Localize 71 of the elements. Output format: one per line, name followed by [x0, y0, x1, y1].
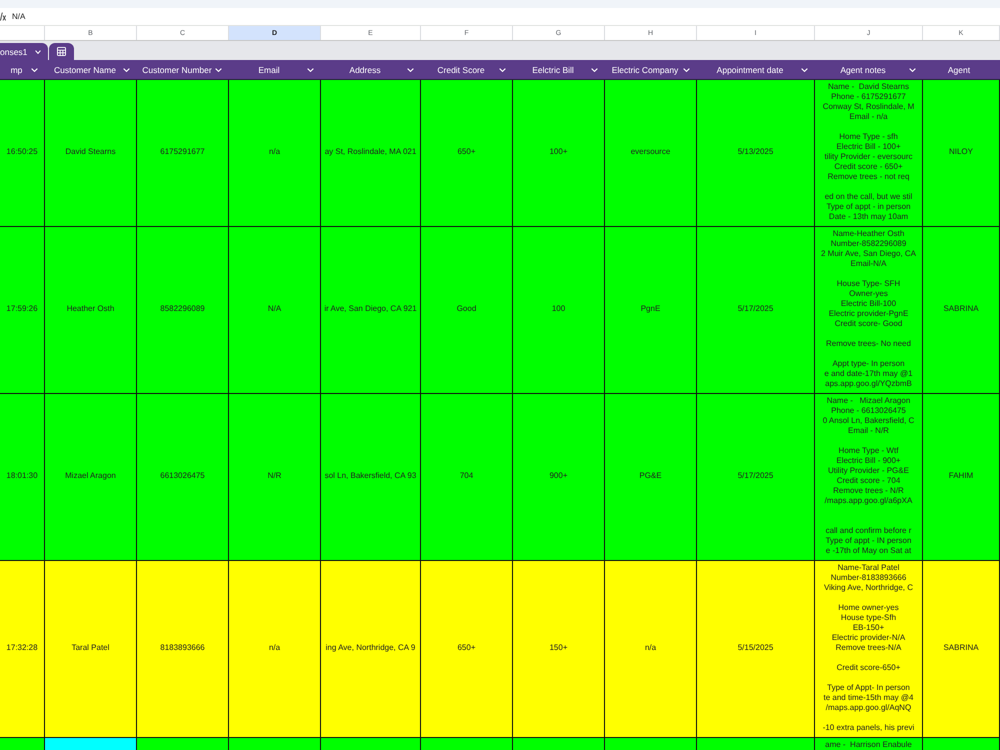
column-header: Email [257, 64, 281, 74]
table-cell: 18:01:30 [0, 394, 45, 560]
table-cell: N/R [229, 394, 321, 560]
table-cell: 5/13/2025 [697, 80, 815, 226]
chevron-down-icon[interactable] [909, 68, 916, 72]
column-header: Appointment date [716, 64, 784, 74]
table-cell: eversource [605, 80, 697, 226]
column-header: Eelctric Bill [531, 64, 575, 74]
table-cell: n/a [229, 561, 321, 737]
table-cell: NILOY [923, 80, 1000, 226]
table-cell: Name - David Stearns Phone - 6175291677 Conway St, Roslindale, M Email - n/a Home Type - sfh Electric Bill - 100+ tility Provider - eversourc Credit score - 650+ Remove trees - not req ed on the call, but we stil Type of appt - in person Date - 13th may 10am [815, 80, 923, 226]
column-header: Address [348, 64, 382, 74]
table-cell: 100+ [513, 80, 605, 226]
table-cell: 150+ [513, 561, 605, 737]
table-cell: sol Ln, Bakersfield, CA 93 [321, 394, 421, 560]
table-cell: 5/17/2025 [697, 394, 815, 560]
table-cell: N/A [229, 227, 321, 393]
chevron-down-icon[interactable] [591, 68, 598, 72]
table-cell: Name - Mizael Aragon Phone - 6613026475 0 Ansol Ln, Bakersfield, C Email - N/R Home Type - Wtf Electric Bill - 900+ Utility Provider - PG&E Credit score - 704 Remove trees - N/R /maps.app.goo.gl/a6pXA call and confirm before r Type of appt - IN person e -17th of May on Sat at [815, 394, 923, 560]
chevron-down-icon[interactable] [307, 68, 314, 72]
table-cell: FAHIM [923, 394, 1000, 560]
table-name-tab[interactable]: onses1 [0, 43, 48, 60]
table-cell: David Stearns [45, 80, 137, 226]
column-header: mp [10, 64, 24, 74]
column-header: Agent [946, 64, 972, 74]
chevron-down-icon[interactable] [683, 68, 690, 72]
table-cell: ame - Harrison Enabule [815, 738, 923, 750]
chevron-down-icon[interactable] [31, 68, 38, 72]
table-cell: 17:32:28 [0, 561, 45, 737]
table-cell: SABRINA [923, 227, 1000, 393]
table-cell: n/a [605, 561, 697, 737]
table-cell: 650+ [421, 561, 513, 737]
function-icon [0, 12, 6, 21]
chevron-down-icon[interactable] [123, 68, 130, 72]
table-cell: 5/15/2025 [697, 561, 815, 737]
formula-input[interactable]: N/A [10, 10, 1000, 23]
column-header: Electric Company [610, 64, 680, 74]
table-cell: Taral Patel [45, 561, 137, 737]
table-cell: ing Ave, Northridge, CA 9 [321, 561, 421, 737]
chevron-down-icon[interactable] [215, 68, 222, 72]
table-cell: 900+ [513, 394, 605, 560]
table-cell: n/a [229, 80, 321, 226]
table-cell: PgnE [605, 227, 697, 393]
table-cell: Heather Osth [45, 227, 137, 393]
chevron-down-icon[interactable] [499, 68, 506, 72]
chevron-down-icon[interactable] [407, 68, 414, 72]
table-cell: ir Ave, San Diego, CA 921 [321, 227, 421, 393]
table-cell: 704 [421, 394, 513, 560]
table-cell: 650+ [421, 80, 513, 226]
table-cell: ay St, Roslindale, MA 021 [321, 80, 421, 226]
table-icon [57, 47, 66, 56]
table-cell: Mizael Aragon [45, 394, 137, 560]
table-menu-button[interactable] [49, 43, 74, 60]
table-cell: 100 [513, 227, 605, 393]
table-cell: PG&E [605, 394, 697, 560]
column-header: Agent notes [839, 64, 887, 74]
table-cell: SABRINA [923, 561, 1000, 737]
table-cell: 8582296089 [137, 227, 229, 393]
table-cell: 16:50:25 [0, 80, 45, 226]
table-cell: Good [421, 227, 513, 393]
table-cell: 8183893666 [137, 561, 229, 737]
table-cell: 17:59:26 [0, 227, 45, 393]
table-cell: 6613026475 [137, 394, 229, 560]
table-cell: 6175291677 [137, 80, 229, 226]
table-cell: Name-Heather Osth Number-8582296089 2 Muir Ave, San Diego, CA Email-N/A House Type- SFH Owner-yes Electric Bill-100 Electric provider-PgnE Credit score- Good Remove trees- No need Appt type- In person e and date-17th may @1 aps.app.goo.gl/YQzbmB [815, 227, 923, 393]
table-cell: 5/17/2025 [697, 227, 815, 393]
column-header: Customer Number [141, 64, 213, 74]
column-header: Credit Score [436, 64, 486, 74]
chevron-down-icon[interactable] [35, 50, 42, 54]
chevron-down-icon[interactable] [801, 68, 808, 72]
column-header: Customer Name [53, 64, 117, 74]
